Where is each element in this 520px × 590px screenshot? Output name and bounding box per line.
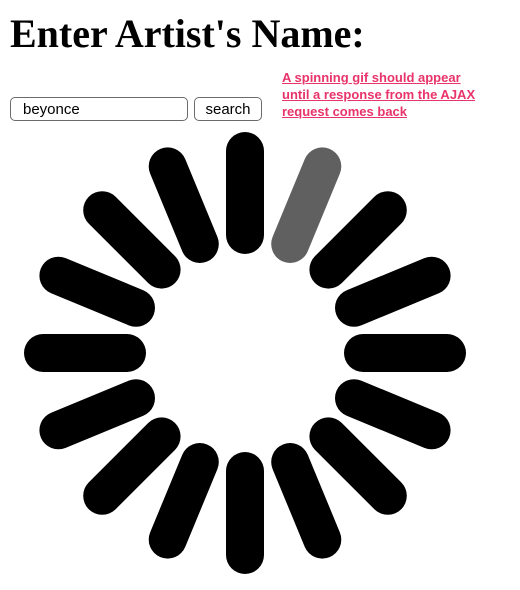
spinner-bar <box>335 379 451 450</box>
spinner-bar <box>39 379 155 450</box>
spinner-bar <box>83 191 181 289</box>
spinner-bar <box>148 443 219 559</box>
spinner-bar <box>335 256 451 327</box>
spinner-bar <box>39 256 155 327</box>
spinner-bar <box>148 147 219 263</box>
spinner-bar <box>83 417 181 515</box>
spinner-bar-highlighted <box>271 147 342 263</box>
spinner-bar <box>309 191 407 289</box>
spinner-bar <box>271 443 342 559</box>
loading-spinner-icon <box>24 132 466 574</box>
spinner-bar <box>309 417 407 515</box>
